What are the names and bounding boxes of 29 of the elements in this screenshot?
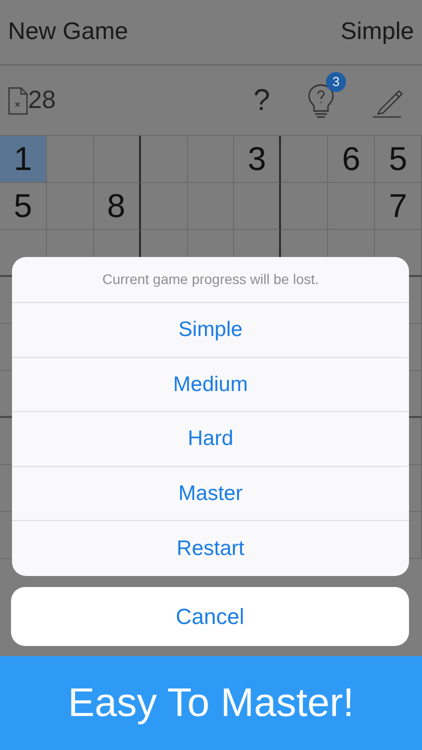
promo-banner: Easy To Master!: [0, 656, 422, 750]
grid-cell[interactable]: 5: [0, 183, 47, 230]
empty-cell[interactable]: [281, 183, 328, 230]
hint-count-badge: 3: [326, 72, 346, 92]
difficulty-label[interactable]: Simple: [340, 14, 414, 50]
empty-cell[interactable]: [140, 183, 188, 230]
sheet-option[interactable]: Medium: [12, 358, 409, 412]
empty-cell[interactable]: [234, 183, 282, 230]
new-game-link[interactable]: New Game: [8, 14, 128, 50]
grid-cell[interactable]: 8: [94, 183, 141, 230]
document-icon: [8, 86, 28, 114]
help-button[interactable]: ?: [253, 86, 270, 116]
cancel-button[interactable]: Cancel: [11, 587, 409, 646]
empty-cell[interactable]: [94, 136, 141, 183]
empty-cell[interactable]: [140, 136, 188, 183]
sheet-option[interactable]: Hard: [12, 412, 409, 466]
grid-cell[interactable]: 7: [375, 183, 422, 230]
grid-cell[interactable]: 5: [375, 136, 422, 183]
empty-cell[interactable]: [46, 183, 94, 230]
grid-cell[interactable]: 3: [234, 136, 282, 183]
grid-cell[interactable]: 6: [328, 136, 376, 183]
sheet-option[interactable]: Master: [12, 466, 409, 521]
mistake-count: 28: [28, 84, 56, 116]
empty-cell[interactable]: [281, 136, 328, 183]
hint-bulb-icon[interactable]: [308, 84, 334, 118]
sheet-message: Current game progress will be lost.: [12, 257, 409, 303]
grid-cell[interactable]: 1: [0, 136, 47, 183]
sheet-option[interactable]: Simple: [12, 303, 409, 358]
sheet-option[interactable]: Restart: [12, 521, 409, 576]
